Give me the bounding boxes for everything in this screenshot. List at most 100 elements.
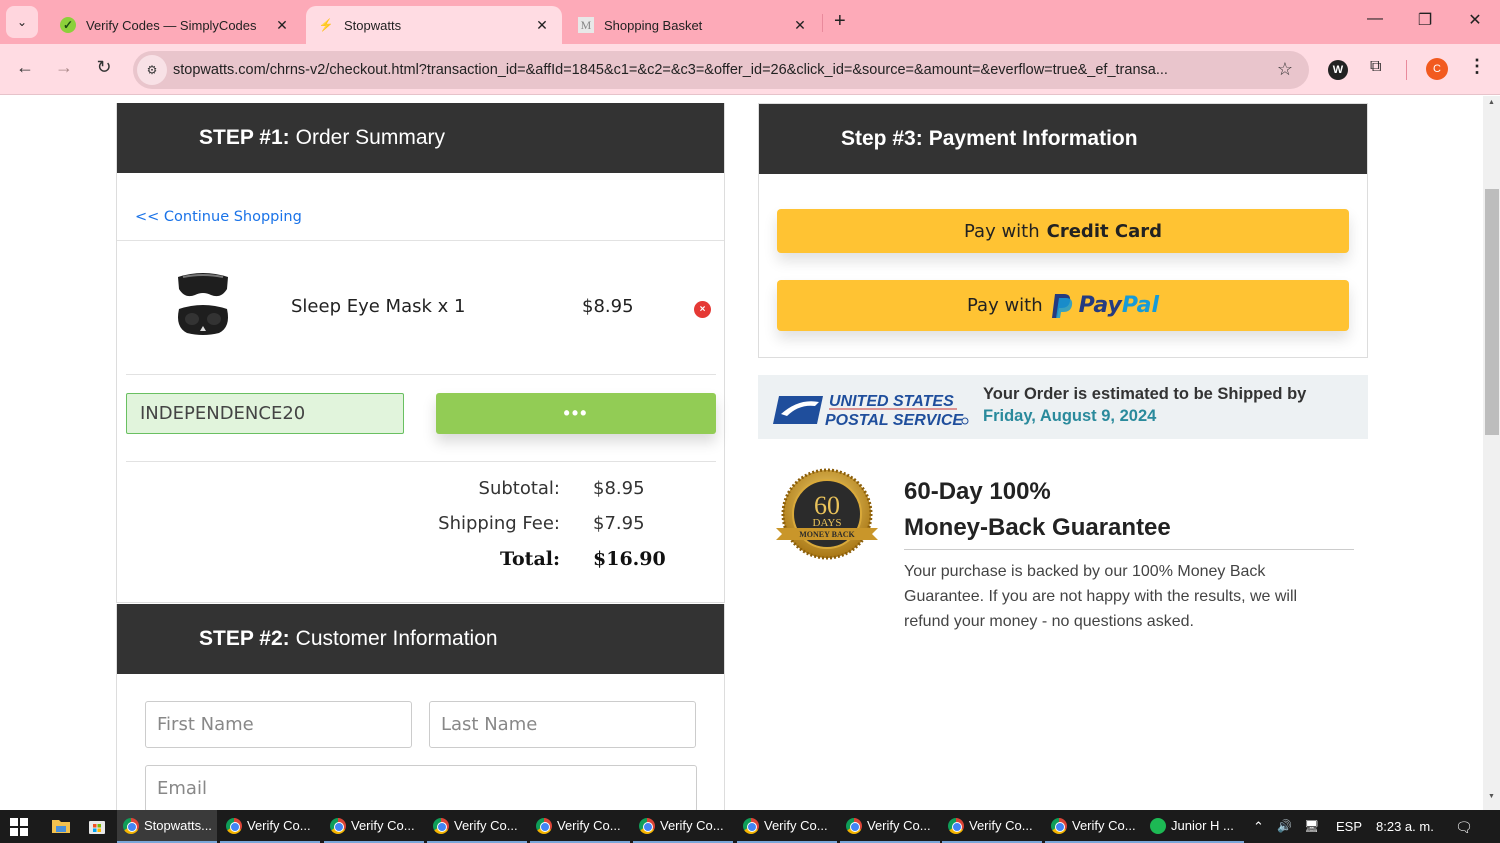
step-label: STEP #1: — [199, 126, 290, 149]
language-indicator[interactable]: ESP — [1336, 819, 1362, 834]
last-name-field[interactable] — [429, 701, 696, 748]
taskbar-app-button[interactable]: Junior H ... — [1144, 810, 1244, 843]
browser-tab-bar: ⌄ ✓ Verify Codes — SimplyCodes ✕ ⚡ Stopw… — [0, 0, 1500, 44]
new-tab-button[interactable]: + — [834, 10, 846, 33]
taskbar-app-button[interactable]: Verify Co... — [427, 810, 527, 843]
step-label: STEP #2: — [199, 627, 290, 650]
minimize-button[interactable]: — — [1360, 10, 1390, 28]
restore-button[interactable]: ❐ — [1410, 10, 1440, 30]
page-scrollbar[interactable]: ▲ ▼ — [1483, 96, 1500, 810]
subtotal-value: $8.95 — [593, 478, 645, 499]
taskbar-app-label: Verify Co... — [247, 818, 311, 833]
address-bar[interactable]: ⚙ stopwatts.com/chrns-v2/checkout.html?t… — [133, 51, 1309, 89]
chrome-icon — [330, 817, 346, 834]
paypal-logo: PayPal — [1051, 293, 1159, 319]
tab-shopping-basket[interactable]: M Shopping Basket ✕ — [566, 6, 820, 44]
shipping-fee-value: $7.95 — [593, 513, 645, 534]
forward-button[interactable]: → — [52, 57, 76, 78]
url-text[interactable]: stopwatts.com/chrns-v2/checkout.html?tra… — [173, 62, 1263, 78]
tab-separator — [822, 14, 823, 32]
network-icon[interactable]: 🖥 — [1304, 819, 1319, 833]
taskbar-app-button[interactable]: Verify Co... — [942, 810, 1042, 843]
close-window-button[interactable]: ✕ — [1460, 10, 1490, 30]
scroll-up-arrow-icon[interactable]: ▲ — [1483, 99, 1500, 113]
usps-logo: UNITED STATES POSTAL SERVICE — [773, 393, 969, 428]
total-value: $16.90 — [593, 548, 666, 570]
show-hidden-icons-chevron-icon[interactable]: ⌃ — [1253, 819, 1264, 835]
taskbar-app-button[interactable]: Verify Co... — [737, 810, 837, 843]
taskbar-app-label: Verify Co... — [1072, 818, 1136, 833]
back-button[interactable]: ← — [13, 57, 37, 78]
total-row: Total: $16.90 — [117, 548, 726, 578]
first-name-field[interactable] — [145, 701, 412, 748]
tab-title: Stopwatts — [344, 17, 402, 33]
taskbar-app-button[interactable]: Verify Co... — [220, 810, 320, 843]
tab-stopwatts[interactable]: ⚡ Stopwatts ✕ — [306, 6, 562, 44]
volume-icon[interactable]: 🔊 — [1277, 819, 1292, 833]
subtotal-row: Subtotal: $8.95 — [117, 478, 726, 508]
guarantee-title-line2: Money-Back Guarantee — [904, 514, 1171, 541]
remove-item-button[interactable]: × — [694, 301, 711, 318]
order-summary-panel: STEP #1: Order Summary << Continue Shopp… — [116, 103, 725, 603]
product-image-sleep-mask — [178, 273, 228, 335]
close-tab-icon[interactable]: ✕ — [792, 17, 808, 34]
continue-shopping-link[interactable]: << Continue Shopping — [135, 209, 302, 225]
taskbar-app-label: Verify Co... — [351, 818, 415, 833]
coupon-code-input[interactable] — [126, 393, 404, 434]
total-label: Total: — [500, 548, 560, 570]
usps-line2: POSTAL SERVICE — [825, 412, 964, 428]
chrome-icon — [1051, 817, 1067, 834]
m-letter-icon: M — [578, 17, 594, 33]
divider — [126, 461, 716, 462]
divider — [126, 374, 716, 375]
guarantee-title-line1: 60-Day 100% — [904, 478, 1051, 505]
taskbar-app-button[interactable]: Stopwatts... — [117, 810, 217, 843]
step-label: Step #3: — [841, 127, 923, 150]
bookmark-star-icon[interactable]: ☆ — [1277, 59, 1293, 80]
pay-with-paypal-button[interactable]: Pay with PayPal — [777, 280, 1349, 331]
taskbar-app-button[interactable]: Verify Co... — [840, 810, 940, 843]
windows-start-icon[interactable] — [10, 818, 28, 836]
taskbar-app-button[interactable]: Verify Co... — [1045, 810, 1145, 843]
file-explorer-icon[interactable] — [51, 817, 71, 835]
email-field[interactable] — [145, 765, 697, 810]
close-tab-icon[interactable]: ✕ — [274, 17, 290, 34]
extensions-puzzle-icon[interactable]: ⧉ — [1370, 58, 1381, 76]
notifications-icon[interactable]: 🗨 — [1455, 819, 1473, 836]
close-tab-icon[interactable]: ✕ — [534, 17, 550, 34]
page-viewport: STEP #1: Order Summary << Continue Shopp… — [0, 96, 1483, 810]
browser-menu-icon[interactable]: ⋮ — [1468, 56, 1486, 77]
shipping-fee-label: Shipping Fee: — [438, 513, 560, 534]
taskbar-app-button[interactable]: Verify Co... — [324, 810, 424, 843]
step-title: Order Summary — [295, 126, 446, 149]
paypal-p-icon — [1051, 293, 1072, 318]
tab-search-button[interactable]: ⌄ — [6, 6, 38, 38]
extension-w-icon[interactable]: W — [1328, 60, 1348, 80]
tab-verify-codes[interactable]: ✓ Verify Codes — SimplyCodes ✕ — [48, 6, 302, 44]
badge-number: 60 — [814, 491, 840, 520]
button-prefix: Pay with — [967, 295, 1043, 316]
button-label: Credit Card — [1046, 220, 1162, 242]
toolbar-separator — [1406, 60, 1407, 80]
customer-information-header: STEP #2: Customer Information — [117, 604, 724, 674]
simplycodes-icon: ✓ — [60, 17, 76, 33]
profile-avatar[interactable]: C — [1426, 58, 1448, 80]
divider — [117, 240, 724, 241]
apply-coupon-button[interactable]: ••• — [436, 393, 716, 434]
chrome-icon — [743, 817, 759, 834]
pay-with-credit-card-button[interactable]: Pay with Credit Card — [777, 209, 1349, 253]
scroll-down-arrow-icon[interactable]: ▼ — [1483, 793, 1500, 807]
chrome-icon — [536, 817, 552, 834]
reload-button[interactable]: ↻ — [92, 57, 116, 78]
taskbar-app-button[interactable]: Verify Co... — [633, 810, 733, 843]
chrome-icon — [433, 817, 449, 834]
clock[interactable]: 8:23 a. m. — [1376, 819, 1434, 834]
tab-title: Verify Codes — SimplyCodes — [86, 17, 257, 33]
scrollbar-thumb[interactable] — [1485, 189, 1499, 435]
taskbar-app-button[interactable]: Verify Co... — [530, 810, 630, 843]
taskbar-app-label: Verify Co... — [557, 818, 621, 833]
microsoft-store-icon[interactable] — [87, 817, 107, 835]
chevron-down-icon: ⌄ — [16, 15, 28, 29]
usps-line1: UNITED STATES — [829, 393, 954, 410]
site-info-icon[interactable]: ⚙ — [137, 55, 167, 85]
